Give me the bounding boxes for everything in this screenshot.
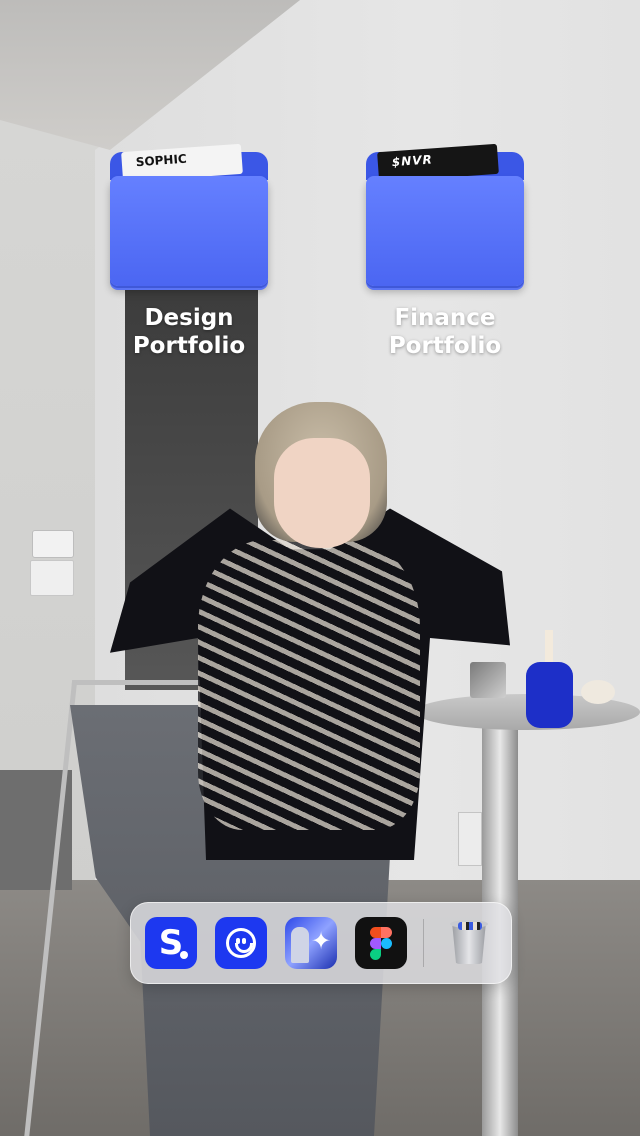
smiley-app-icon[interactable]	[215, 917, 267, 969]
person-face	[274, 438, 370, 548]
smiley-face-icon	[226, 928, 256, 958]
figma-logo	[370, 926, 392, 960]
figma-shape	[370, 948, 381, 960]
folder-finance-portfolio[interactable]: $NVR Finance Portfolio	[364, 143, 526, 360]
trash-icon[interactable]	[443, 917, 495, 969]
trash-can-wrapper	[450, 920, 488, 964]
smiley-mouth	[235, 943, 253, 953]
figma-shape	[370, 926, 381, 938]
folder-label-line1: Finance	[394, 305, 496, 331]
folder-label: Design Portfolio	[108, 304, 270, 360]
white-pumpkin	[581, 680, 615, 704]
folder-label-line1: Design	[144, 305, 234, 331]
folder-label-line2: Portfolio	[132, 333, 246, 359]
blue-candle-holder	[526, 662, 573, 728]
dock: S ✦	[130, 902, 512, 984]
folder-design-portfolio[interactable]: SOPHIC Design Portfolio	[108, 143, 270, 360]
dock-divider	[423, 919, 424, 967]
sweater-print	[198, 540, 420, 830]
figma-shape	[381, 937, 392, 949]
figma-shape	[370, 937, 381, 949]
sparkle-icon: ✦	[311, 927, 332, 955]
light-switch	[30, 560, 74, 596]
photo-figure	[291, 927, 309, 963]
figma-shape	[381, 926, 392, 938]
folder-body	[366, 176, 524, 286]
folder-icon: SOPHIC	[108, 143, 270, 288]
s-app-icon[interactable]: S	[145, 917, 197, 969]
candle	[545, 630, 553, 664]
trash-contents	[458, 922, 482, 930]
folder-body	[110, 176, 268, 286]
folder-icon: $NVR	[364, 143, 526, 288]
s-app-dot	[180, 951, 188, 959]
figma-icon[interactable]	[355, 917, 407, 969]
folder-label-line2: Portfolio	[388, 333, 502, 359]
metal-cube	[470, 662, 506, 698]
wall-outlet	[458, 812, 482, 866]
folder-label: Finance Portfolio	[364, 304, 526, 360]
photo-app-icon[interactable]: ✦	[285, 917, 337, 969]
thermostat	[32, 530, 74, 558]
